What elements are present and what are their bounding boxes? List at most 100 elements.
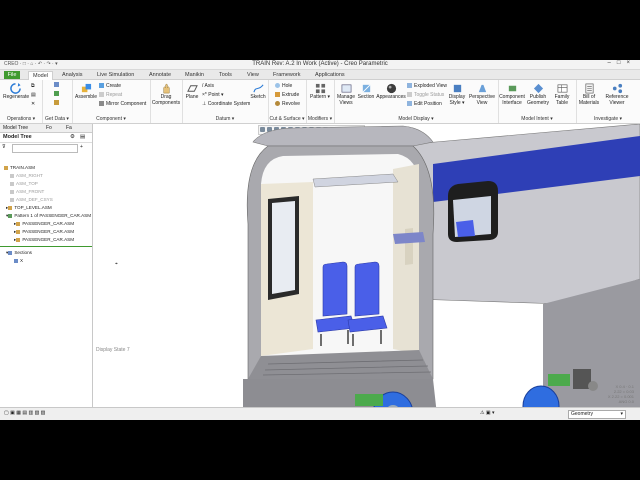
assemble-button[interactable]: Assemble [74,83,98,100]
pattern-icon [315,83,325,94]
regenerate-icon [9,83,21,94]
group-component: Assemble Create Repeat Mirror Component … [72,80,151,123]
axis-button[interactable]: / Axis [202,83,214,89]
tab-favorites[interactable]: Fa [66,125,72,131]
model-tree: TRAIN.ASM ASM_RIGHT ASM_TOP ASM_FRONT AS… [0,164,92,265]
tree-node[interactable]: ▸ PASSENGER_CAR.ASM [0,236,92,244]
copy-geometry-icon[interactable] [54,91,61,97]
get-data-label[interactable]: Get Data ▾ [42,116,72,122]
tree-node[interactable]: ASM_DEF_CSYS [0,196,92,204]
coordinate-readout: X 0.4 · 0.1 2.22 = 0.03 X 2.22 = 0.001 A… [607,384,634,404]
tree-node[interactable]: ▸ PASSENGER_CAR.ASM [0,220,92,228]
selection-filter-dropdown[interactable]: Geometry ▾ [568,410,626,419]
bill-of-materials-button[interactable]: Bill of Materials [578,83,600,106]
group-model-display: Manage Views Section Appearances Explode… [334,80,499,123]
perspective-view-button[interactable]: Perspective View [468,83,496,106]
filter-icon[interactable]: ⊽ [2,144,6,150]
tab-analysis[interactable]: Analysis [58,71,86,79]
revolve-button[interactable]: Revolve [275,101,300,107]
add-icon[interactable]: + [80,144,83,150]
tab-manikin[interactable]: Manikin [181,71,208,79]
tab-applications[interactable]: Applications [311,71,349,79]
toggle-status-button[interactable]: Toggle Status [407,92,444,98]
operations-label[interactable]: Operations ▾ [0,116,42,122]
tab-framework[interactable]: Framework [269,71,305,79]
publish-geometry-button[interactable]: Publish Geometry [526,83,550,106]
mouse-cursor-icon: ⌖ [115,261,118,267]
sketch-button[interactable]: Sketch [250,83,266,100]
family-table-button[interactable]: Family Table [551,83,573,106]
publish-geometry-icon [533,83,543,94]
group-drag: Drag Components [150,80,183,123]
tree-node[interactable]: ASM_RIGHT [0,172,92,180]
display-style-button[interactable]: Display Style ▾ [448,83,466,106]
tab-live-simulation[interactable]: Live Simulation [93,71,138,79]
family-table-icon [557,84,567,93]
regenerate-button[interactable]: Regenerate [3,83,29,100]
window-title: TRAIN Rev: A.2 In Work (Active) - Creo P… [252,61,388,67]
tree-search-input[interactable] [12,144,78,153]
paste-icon[interactable]: ▤ [31,92,36,98]
model-display-label[interactable]: Model Display ▾ [334,116,498,122]
user-defined-feature-icon[interactable] [54,82,61,88]
show-icon[interactable]: ▤ [80,134,85,140]
drag-components-button[interactable]: Drag Components [151,83,181,106]
window-controls[interactable]: –□× [608,60,636,66]
section-icon [362,84,370,93]
tree-node[interactable]: ▸ PASSENGER_CAR.ASM [0,228,92,236]
tree-node[interactable]: ▾ Sections [0,249,92,257]
coordinate-system-button[interactable]: ⊥ Coordinate System [202,101,250,107]
hole-button[interactable]: Hole [275,83,292,89]
point-button[interactable]: ×* Point ▾ [202,92,224,98]
title-bar: CREO · □ · ⌂ · ↶ · ↷ · ▾ TRAIN Rev: A.2 … [0,60,640,70]
status-icons[interactable]: ▢ ▣ ▦ ▤ ▥ ▧ ▨ [4,410,45,416]
tab-annotate[interactable]: Annotate [145,71,175,79]
component-interface-button[interactable]: Component Interface [499,83,525,106]
model-intent-label[interactable]: Model Intent ▾ [498,116,576,122]
component-label[interactable]: Component ▾ [72,116,150,122]
tab-model-tree[interactable]: Model Tree [3,125,28,131]
train-car-model[interactable] [93,124,640,407]
exploded-view-button[interactable]: Exploded View [407,83,447,89]
tree-node[interactable]: TRAIN.ASM [0,164,92,172]
pattern-button[interactable]: Pattern ▾ [309,83,331,100]
appearances-button[interactable]: Appearances [376,83,406,100]
component-interface-icon [508,85,516,92]
model-tree-panel: Model Tree Fo Fa Model Tree ⚙ ▤ ⊽ + TRAI… [0,124,93,407]
tab-view[interactable]: View [243,71,263,79]
tab-file[interactable]: File [4,71,20,79]
tab-tools[interactable]: Tools [215,71,236,79]
tab-model[interactable]: Model [28,71,53,80]
reference-viewer-button[interactable]: Reference Viewer [602,83,632,106]
extrude-button[interactable]: Extrude [275,92,299,98]
tree-node[interactable]: ▸ TOP_LEVEL.ASM [0,204,92,212]
model-tree-header: Model Tree ⚙ ▤ [0,133,92,143]
repeat-button[interactable]: Repeat [99,92,122,98]
modifiers-label[interactable]: Modifiers ▾ [306,116,334,122]
cut-surface-label[interactable]: Cut & Surface ▾ [268,116,306,122]
plane-button[interactable]: Plane [184,83,200,100]
display-style-icon [453,84,461,93]
graphics-area[interactable]: Display State 7 X 0.4 · 0.1 2.22 = 0.03 … [93,124,640,407]
shrinkwrap-icon[interactable] [54,100,61,106]
create-button[interactable]: Create [99,83,121,89]
ribbon-tabs: File Model Analysis Live Simulation Anno… [0,70,640,80]
investigate-label[interactable]: Investigate ▾ [576,116,640,122]
manage-views-button[interactable]: Manage Views [336,83,356,106]
group-operations: Regenerate ⧉ ▤ ✕ Operations ▾ [0,80,43,123]
settings-icon[interactable]: ⚙ [70,134,75,140]
creo-window: CREO · □ · ⌂ · ↶ · ↷ · ▾ TRAIN Rev: A.2 … [0,60,640,420]
tree-node[interactable]: X [0,257,92,265]
datum-label[interactable]: Datum ▾ [182,116,268,122]
copy-icon[interactable]: ⧉ [31,83,35,89]
tree-node[interactable]: ▾ Pattern 1 of PASSENGER_CAR.ASM [0,212,92,220]
group-cut-surface: Hole Extrude Revolve Cut & Surface ▾ [268,80,307,123]
edit-position-button[interactable]: Edit Position [407,101,442,107]
section-button[interactable]: Section [357,83,375,100]
mirror-component-button[interactable]: Mirror Component [99,101,146,107]
tab-folder-browser[interactable]: Fo [46,125,52,131]
delete-icon[interactable]: ✕ [31,101,35,107]
tree-node[interactable]: ASM_FRONT [0,188,92,196]
tree-node[interactable]: ASM_TOP [0,180,92,188]
smart-select-icon[interactable]: ⚠ ▣ ▾ [480,410,495,416]
